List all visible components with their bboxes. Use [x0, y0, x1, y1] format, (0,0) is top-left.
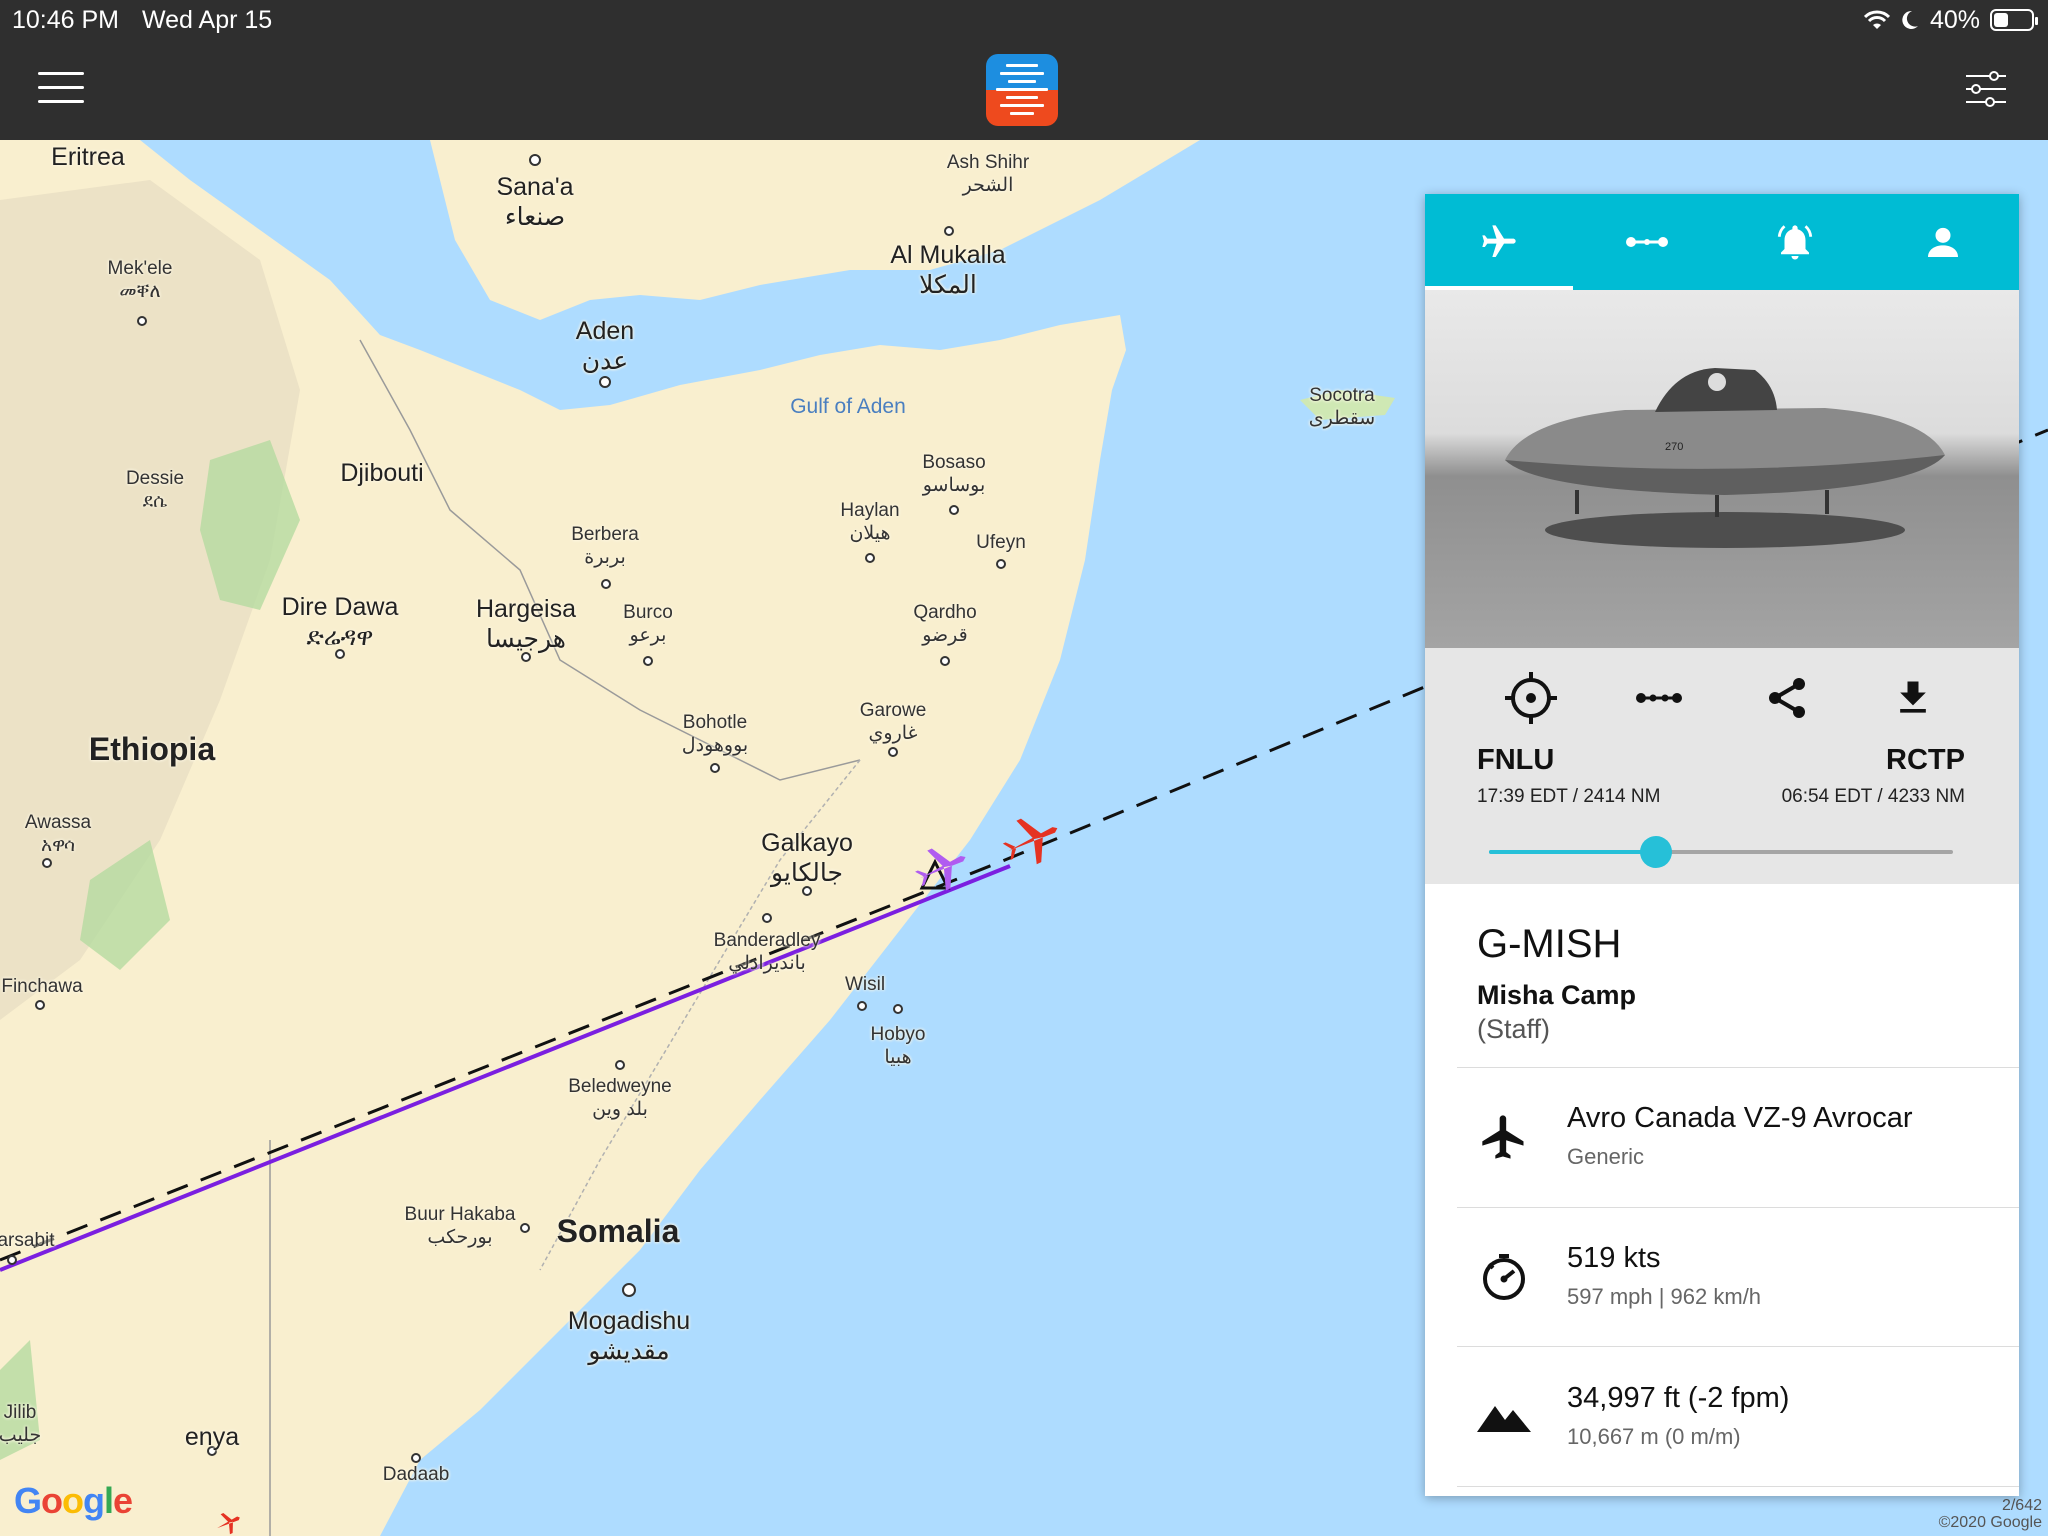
map-label: Djibouti: [340, 459, 424, 487]
panel-tabs: [1425, 194, 2019, 290]
flight-info-panel: 270 FNLU RCTP 17:39 EDT / 2414 NM 06:54 …: [1425, 194, 2019, 1496]
share-icon[interactable]: [1757, 668, 1817, 728]
download-icon[interactable]: [1883, 668, 1943, 728]
map-label: Bosaso بوساسو: [922, 452, 986, 496]
map-label: Dadaab: [382, 1464, 450, 1485]
mountain-icon: [1477, 1390, 1531, 1444]
divider: [1457, 1207, 2019, 1208]
sliders-icon[interactable]: [1964, 70, 2008, 108]
progress-slider[interactable]: [1489, 836, 1953, 868]
progress-knob[interactable]: [1640, 836, 1673, 868]
map-label: Aden عدن: [575, 317, 635, 375]
person-icon: [1928, 227, 1958, 257]
map-label: Bohotle بووهودل: [681, 712, 749, 756]
map-label: arsabit: [0, 1230, 55, 1251]
crosshair-icon[interactable]: [1501, 668, 1561, 728]
map-label: Wisil: [844, 974, 886, 995]
bell-icon: [1777, 225, 1813, 260]
battery-percent: 40%: [1929, 5, 1980, 34]
status-time: 10:46 PM: [12, 6, 120, 34]
map-label: Buur Hakaba بورحكب: [404, 1204, 516, 1248]
aircraft-photo[interactable]: 270: [1425, 290, 2019, 648]
battery-level: [1994, 13, 2009, 27]
map-label: Jilib جليب: [0, 1402, 42, 1446]
svg-text:270: 270: [1665, 441, 1683, 453]
owner-role: (Staff): [1477, 1014, 1551, 1044]
progress-fill: [1489, 850, 1657, 854]
map-attribution: 2/642 ©2020 Google: [1939, 1497, 2042, 1532]
map-label: Berbera بربرة: [571, 524, 639, 568]
map-label: Dessie ደሴ: [125, 468, 185, 512]
destination-info: 06:54 EDT / 4233 NM: [1781, 786, 1965, 807]
map-label: Socotra سقطرى: [1308, 385, 1376, 429]
wifi-icon: [1863, 10, 1890, 29]
route-icon[interactable]: [1629, 668, 1689, 728]
map-label: Gulf of Aden: [790, 395, 906, 418]
map-label: Mek'ele መቐለ: [107, 258, 173, 302]
map-label: Hargeisa هرجيسا: [475, 595, 577, 653]
divider: [1457, 1067, 2019, 1068]
altitude-metric: 10,667 m (0 m/m): [1567, 1424, 1741, 1449]
altitude: 34,997 ft (-2 fpm): [1567, 1382, 1790, 1414]
map-label: Somalia: [556, 1213, 680, 1249]
airplane-icon: [1482, 225, 1516, 257]
top-bar: 10:46 PM Wed Apr 15 40%: [0, 0, 2048, 140]
map-label: Dire Dawa ድሬዳዋ: [281, 593, 399, 651]
airplane-icon: [1477, 1110, 1531, 1164]
map-label: Sana'a صنعاء: [496, 173, 574, 231]
battery-icon: [1990, 9, 2038, 31]
divider: [1457, 1346, 2019, 1347]
status-icons: 40%: [1863, 4, 2038, 36]
aircraft-type: Avro Canada VZ-9 Avrocar: [1567, 1102, 1913, 1134]
hamburger-icon[interactable]: [38, 72, 84, 104]
map-label: enya: [184, 1423, 240, 1451]
tab-profile[interactable]: [1869, 194, 2017, 290]
map-label: Qardho قرضو: [913, 602, 977, 646]
map-label: Ethiopia: [88, 731, 216, 767]
origin-info: 17:39 EDT / 2414 NM: [1477, 786, 1661, 807]
tab-aircraft[interactable]: [1425, 194, 1573, 290]
map-label: Banderadley بانديرادلي: [713, 930, 821, 974]
destination-code[interactable]: RCTP: [1886, 744, 1965, 777]
map-label: Awassa አዋሳ: [24, 812, 92, 856]
map-label: Finchawa: [1, 976, 83, 997]
route-icon: [1626, 237, 1668, 247]
map-label: Hobyo هبيا: [870, 1024, 926, 1068]
map-label: Mogadishu مقديشو: [567, 1307, 691, 1365]
copyright-text: ©2020 Google: [1938, 1514, 2042, 1532]
route-box: FNLU RCTP 17:39 EDT / 2414 NM 06:54 EDT …: [1425, 648, 2019, 884]
page-counter: 2/642: [2001, 1496, 2042, 1514]
tab-route[interactable]: [1573, 194, 1721, 290]
owner-name: Misha Camp: [1477, 980, 1637, 1010]
map-label: Ash Shihr الشحر: [946, 152, 1030, 196]
registration: G-MISH: [1477, 922, 1622, 966]
map-label: Garowe غاروي: [859, 700, 927, 744]
ground-speed: 519 kts: [1567, 1242, 1661, 1274]
speedometer-icon: [1477, 1250, 1531, 1304]
map-label: Beledweyne بلد وين: [568, 1076, 672, 1120]
map-label: Ufeyn: [976, 532, 1026, 553]
map-label: Haylan هيلان: [840, 500, 900, 544]
flightradar-logo[interactable]: [986, 54, 1058, 126]
aircraft-subtype: Generic: [1567, 1144, 1645, 1169]
map-label: Eritrea: [51, 143, 125, 171]
tab-alerts[interactable]: [1721, 194, 1869, 290]
google-logo: Google: [14, 1480, 133, 1521]
divider: [1457, 1486, 2019, 1487]
origin-code[interactable]: FNLU: [1477, 744, 1554, 777]
ground-speed-alt-units: 597 mph | 962 km/h: [1567, 1284, 1762, 1309]
map-label: Galkayo جالكايو: [761, 829, 853, 887]
map-label: Al Mukalla المكلا: [890, 241, 1006, 299]
map-label: Burco برعو: [623, 602, 673, 646]
moon-icon: [1902, 10, 1918, 29]
status-date: Wed Apr 15: [142, 6, 273, 34]
